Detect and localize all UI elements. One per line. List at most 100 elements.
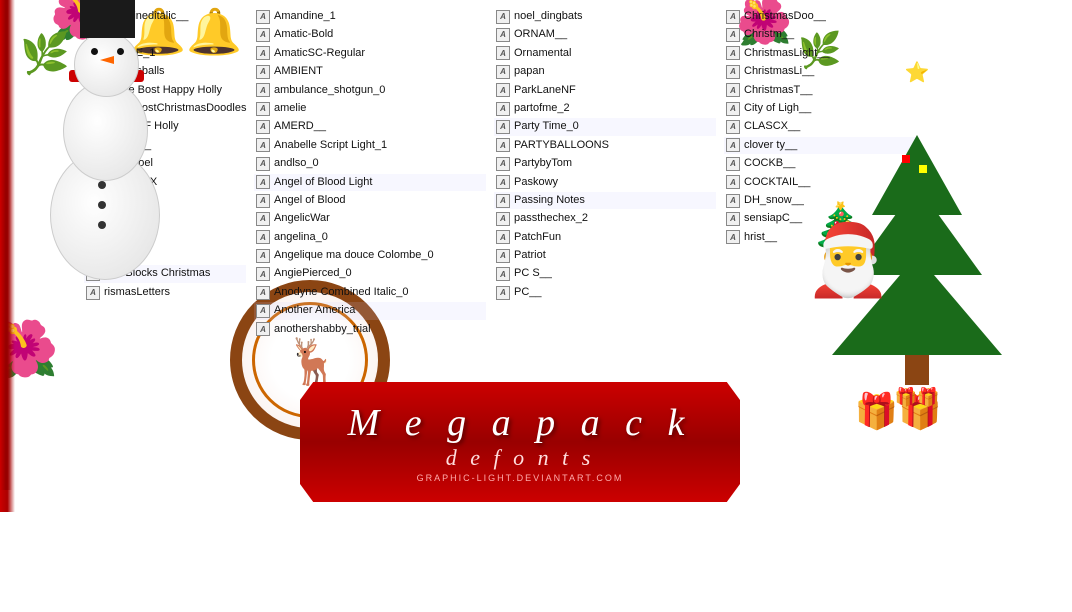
snowman-hat — [80, 0, 135, 38]
font-icon: A — [726, 46, 740, 60]
snowman-middle — [63, 81, 148, 181]
list-item: A Ornamental — [494, 45, 716, 62]
list-item: A Paskowy — [494, 174, 716, 191]
font-name: Ornamental — [514, 46, 571, 61]
list-item: A angelina_0 — [254, 229, 486, 246]
font-name: sensiapC__ — [744, 211, 802, 226]
font-name: AMERD__ — [274, 119, 326, 134]
font-icon: A — [256, 175, 270, 189]
list-item: A ambulance_shotgun_0 — [254, 82, 486, 99]
list-item: A AMERD__ — [254, 118, 486, 135]
list-item: A amelie — [254, 100, 486, 117]
font-icon: A — [256, 286, 270, 300]
font-name: rismasLetters — [104, 285, 170, 300]
list-item: A ParkLaneNF — [494, 82, 716, 99]
font-name: angelina_0 — [274, 230, 328, 245]
list-item: A Angel of Blood — [254, 192, 486, 209]
font-icon: A — [496, 157, 510, 171]
font-name: anothershabby_trial — [274, 322, 371, 337]
list-item: A PC S__ — [494, 265, 716, 282]
list-item: A rismasLetters — [84, 284, 246, 301]
font-icon: A — [86, 286, 100, 300]
font-name: ORNAM__ — [514, 27, 567, 42]
list-item: A noel_dingbats — [494, 8, 716, 25]
font-icon: A — [256, 28, 270, 42]
font-name: City of Ligh__ — [744, 101, 811, 116]
font-icon: A — [256, 10, 270, 24]
font-name: AMBIENT — [274, 64, 323, 79]
font-icon: A — [496, 46, 510, 60]
font-name: PC S__ — [514, 266, 552, 281]
font-icon: A — [496, 267, 510, 281]
font-icon: A — [256, 212, 270, 226]
font-icon: A — [496, 102, 510, 116]
list-item: A Patriot — [494, 247, 716, 264]
list-item: A anothershabby_trial — [254, 321, 486, 338]
font-icon: A — [726, 120, 740, 134]
list-item: A Anodyne Combined Italic_0 — [254, 284, 486, 301]
snowman-decoration — [50, 150, 160, 280]
list-item: A andlso_0 — [254, 155, 486, 172]
font-icon: A — [256, 46, 270, 60]
font-icon: A — [256, 65, 270, 79]
list-item: A PartybyTom — [494, 155, 716, 172]
list-item: A Angel of Blood Light — [254, 174, 486, 191]
font-name: ambulance_shotgun_0 — [274, 83, 385, 98]
list-item: A ORNAM__ — [494, 26, 716, 43]
font-name: Angel of Blood Light — [274, 175, 372, 190]
font-icon: A — [256, 120, 270, 134]
font-name: PARTYBALLOONS — [514, 138, 609, 153]
font-name: Anabelle Script Light_1 — [274, 138, 387, 153]
font-icon: A — [496, 194, 510, 208]
font-icon: A — [256, 304, 270, 318]
font-icon: A — [256, 249, 270, 263]
font-name: AngiePierced_0 — [274, 266, 352, 281]
font-name: PatchFun — [514, 230, 561, 245]
snowman-eye-left — [91, 48, 98, 55]
font-name: partofme_2 — [514, 101, 570, 116]
list-item: A Amandine_1 — [254, 8, 486, 25]
font-icon: A — [726, 194, 740, 208]
font-name: ChristmasLi__ — [744, 64, 814, 79]
font-icon: A — [256, 83, 270, 97]
list-item: A AmaticSC-Regular — [254, 45, 486, 62]
list-item: A Another America — [254, 302, 486, 319]
list-item: A ChristmasDoo__ — [724, 8, 916, 25]
font-icon: A — [726, 157, 740, 171]
list-item: A Angelique ma douce Colombe_0 — [254, 247, 486, 264]
font-name: Angel of Blood — [274, 193, 346, 208]
font-icon: A — [726, 175, 740, 189]
font-icon: A — [496, 10, 510, 24]
font-icon: A — [496, 212, 510, 226]
font-name: Passing Notes — [514, 193, 585, 208]
font-name: PC__ — [514, 285, 542, 300]
font-icon: A — [496, 138, 510, 152]
font-name: ChristmasT__ — [744, 83, 812, 98]
font-name: CLASCX__ — [744, 119, 800, 134]
font-name: hrist__ — [744, 230, 777, 245]
font-icon: A — [256, 157, 270, 171]
list-item: A Christm__ — [724, 26, 916, 43]
list-item: A PC__ — [494, 284, 716, 301]
banner-url: GRAPHIC-LIGHT.DEVIANTART.COM — [417, 473, 624, 483]
banner-subtitle: d e f o n t s — [446, 445, 595, 471]
santa-decoration: 🎅 — [805, 220, 892, 302]
font-icon: A — [496, 230, 510, 244]
list-item: A PatchFun — [494, 229, 716, 246]
font-name: clover ty__ — [744, 138, 797, 153]
font-name: Anodyne Combined Italic_0 — [274, 285, 409, 300]
list-item: A partofme_2 — [494, 100, 716, 117]
font-name: Patriot — [514, 248, 546, 263]
font-name: Amatic-Bold — [274, 27, 333, 42]
left-ribbon-edge — [0, 0, 12, 490]
font-name: noel_dingbats — [514, 9, 583, 24]
font-icon: A — [726, 138, 740, 152]
bottom-whitespace — [0, 512, 1072, 612]
font-icon: A — [496, 83, 510, 97]
font-icon: A — [256, 138, 270, 152]
snowman-nose — [100, 56, 114, 64]
font-name: DH_snow__ — [744, 193, 804, 208]
list-item: A Amatic-Bold — [254, 26, 486, 43]
megapack-banner: M e g a p a c k d e f o n t s GRAPHIC-LI… — [300, 382, 740, 502]
font-icon: A — [496, 175, 510, 189]
